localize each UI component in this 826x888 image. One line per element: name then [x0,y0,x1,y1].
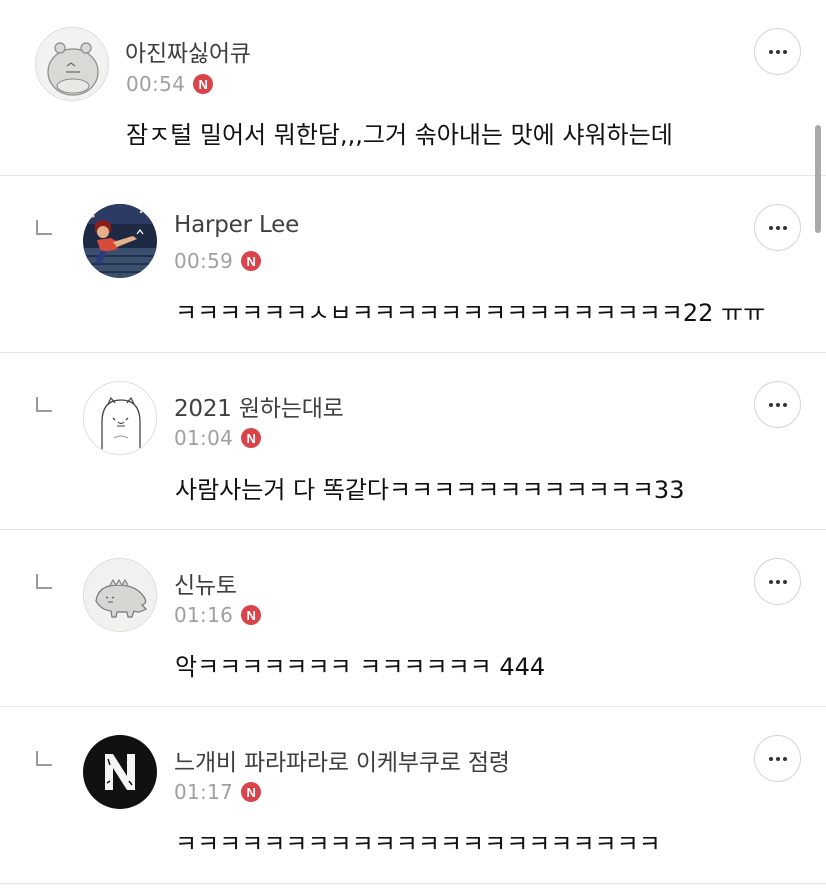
reply-indent-icon [36,397,52,412]
comment-nickname[interactable]: 신뉴토 [174,566,237,600]
dino-avatar-icon [84,559,156,631]
scrollbar[interactable] [815,125,821,233]
comment-text: 잠ㅈ털 밀어서 뭐한담,,,그거 솎아내는 맛에 샤워하는데 [126,121,673,149]
reply-item: 신뉴토 01:16 N 악ㅋㅋㅋㅋㅋㅋㅋ ㅋㅋㅋㅋㅋㅋ 444 [0,530,826,707]
avatar[interactable] [83,735,157,809]
comment-text: 사람사는거 다 똑같다ㅋㅋㅋㅋㅋㅋㅋㅋㅋㅋㅋㅋ33 [175,476,685,504]
avatar[interactable] [83,558,157,632]
comment-meta: 01:17 N [174,780,262,804]
comment-text: 악ㅋㅋㅋㅋㅋㅋㅋ ㅋㅋㅋㅋㅋㅋ 444 [175,653,546,681]
more-options-icon [768,756,787,761]
comment-nickname[interactable]: 느개비 파라파라로 이케부쿠로 점령 [174,743,510,777]
comment-item: 아진짜싫어큐 00:54 N 잠ㅈ털 밀어서 뭐한담,,,그거 솎아내는 맛에 … [0,0,826,176]
more-options-button[interactable] [754,204,801,251]
comment-nickname[interactable]: 아진짜싫어큐 [125,34,251,68]
new-badge-icon: N [241,428,262,448]
comment-time: 01:16 [174,603,234,627]
more-options-icon [768,579,787,584]
reply-indent-icon [36,574,52,589]
avatar[interactable] [83,381,157,455]
more-options-icon [768,225,787,230]
comment-meta: 00:54 N [126,72,214,96]
new-badge-icon: N [241,782,262,802]
comment-time: 01:04 [174,426,234,450]
new-badge-icon: N [241,605,262,625]
comment-nickname[interactable]: 2021 원하는대로 [174,389,344,423]
avatar[interactable] [35,27,109,101]
comment-text: ㅋㅋㅋㅋㅋㅋㅅㅂㅋㅋㅋㅋㅋㅋㅋㅋㅋㅋㅋㅋㅋㅋㅋ22 ㅠㅠ [175,299,766,327]
more-options-icon [768,49,787,54]
reply-item: 느개비 파라파라로 이케부쿠로 점령 01:17 N ㅋㅋㅋㅋㅋㅋㅋㅋㅋㅋㅋㅋㅋ… [0,707,826,884]
reply-item: Harper Lee 00:59 N ㅋㅋㅋㅋㅋㅋㅅㅂㅋㅋㅋㅋㅋㅋㅋㅋㅋㅋㅋㅋㅋ… [0,176,826,353]
comment-time: 01:17 [174,780,234,804]
more-options-icon [768,402,787,407]
hippo-avatar-icon [36,28,108,100]
reply-indent-icon [36,751,52,766]
comment-time: 00:59 [174,249,234,273]
comment-meta: 00:59 N [174,249,262,273]
comment-text: ㅋㅋㅋㅋㅋㅋㅋㅋㅋㅋㅋㅋㅋㅋㅋㅋㅋㅋㅋㅋㅋㅋ [175,830,661,858]
reply-item: 2021 원하는대로 01:04 N 사람사는거 다 똑같다ㅋㅋㅋㅋㅋㅋㅋㅋㅋㅋ… [0,353,826,530]
comment-nickname[interactable]: Harper Lee [174,212,299,238]
new-badge-icon: N [241,251,262,271]
n-logo-avatar-icon [83,735,157,809]
more-options-button[interactable] [754,558,801,605]
comment-meta: 01:16 N [174,603,262,627]
more-options-button[interactable] [754,28,801,75]
more-options-button[interactable] [754,735,801,782]
more-options-button[interactable] [754,381,801,428]
comment-meta: 01:04 N [174,426,262,450]
comment-time: 00:54 [126,72,186,96]
reply-indent-icon [36,220,52,235]
cat-avatar-icon [84,382,156,454]
avatar[interactable] [83,204,157,278]
new-badge-icon: N [193,74,214,94]
photo-avatar-icon [83,204,157,278]
comment-list: 아진짜싫어큐 00:54 N 잠ㅈ털 밀어서 뭐한담,,,그거 솎아내는 맛에 … [0,0,826,888]
